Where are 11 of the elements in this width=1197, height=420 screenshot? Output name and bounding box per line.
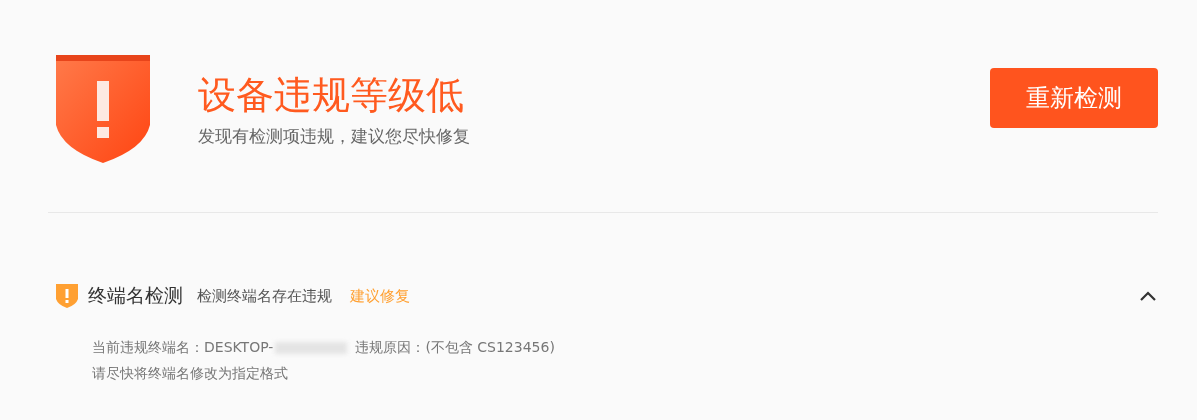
detail-text: 违规原因：(不包含 CS123456) xyxy=(355,339,555,357)
fix-link[interactable]: 建议修复 xyxy=(350,286,410,306)
warning-shield-icon xyxy=(56,284,78,308)
check-description: 检测终端名存在违规 xyxy=(197,286,332,306)
detail-text: 请尽快将终端名修改为指定格式 xyxy=(92,365,289,383)
detail-text: 当前违规终端名：DESKTOP- xyxy=(92,339,274,357)
warning-shield-icon xyxy=(56,55,150,163)
check-title: 终端名检测 xyxy=(88,283,183,308)
recheck-button[interactable]: 重新检测 xyxy=(990,68,1158,128)
status-title: 设备违规等级低 xyxy=(198,71,465,119)
status-subtitle: 发现有检测项违规，建议您尽快修复 xyxy=(198,124,471,148)
